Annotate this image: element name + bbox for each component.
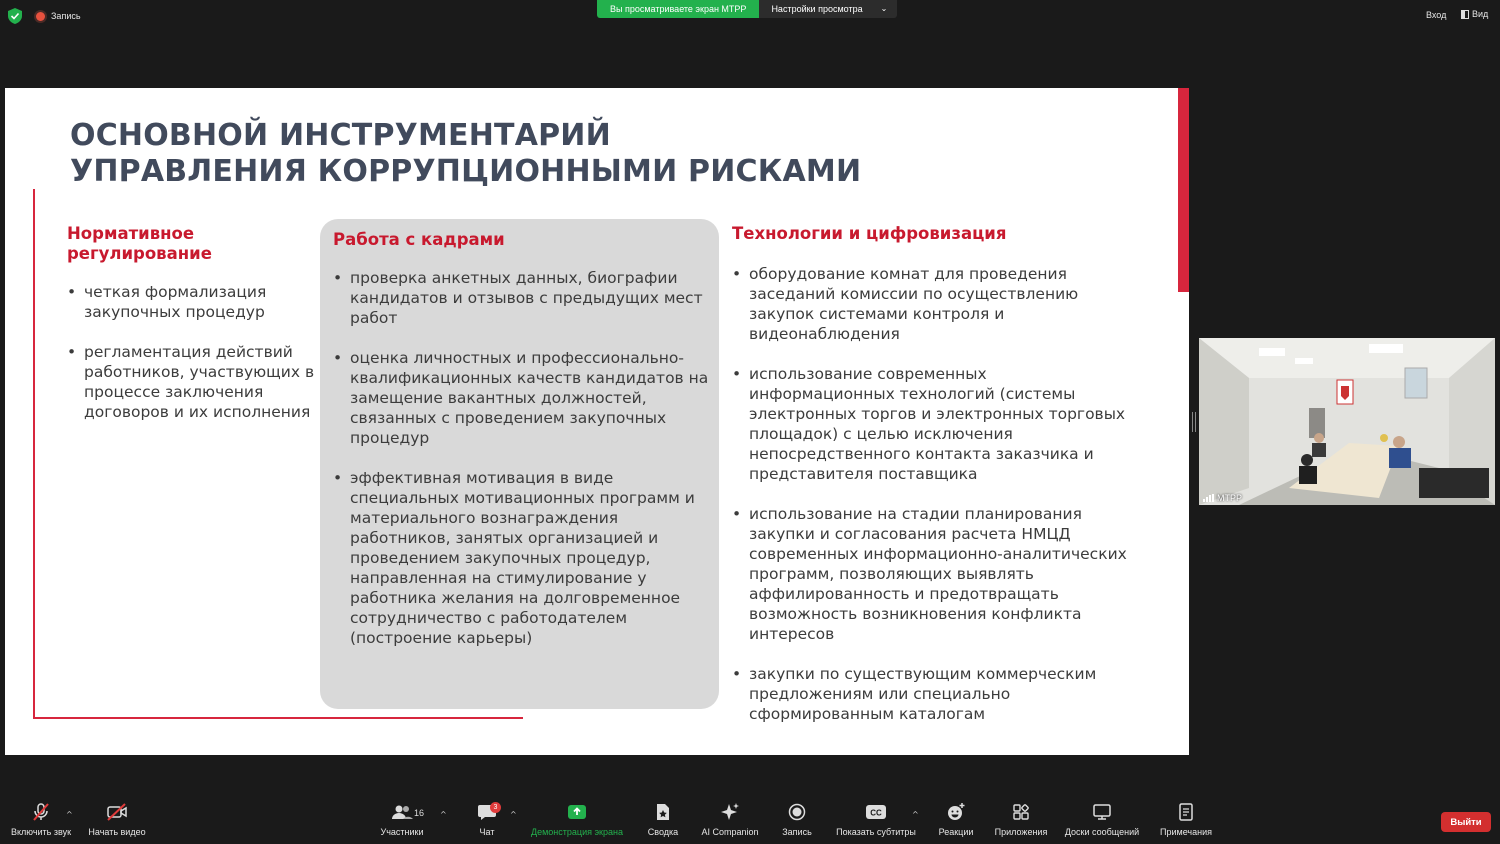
list-item: оборудование комнат для проведения засед… — [732, 264, 1132, 344]
heading-line: регулирование — [67, 244, 212, 263]
start-video-label: Начать видео — [88, 827, 146, 837]
login-button[interactable]: Вход — [1426, 10, 1446, 20]
list-item: эффективная мотивация в виде специальных… — [333, 468, 715, 648]
column-regulation-heading: Нормативное регулирование — [67, 224, 317, 264]
column-technology-heading: Технологии и цифровизация — [732, 224, 1007, 243]
meeting-top-bar: Запись Вы просматриваете экран МТРР Наст… — [0, 0, 1500, 32]
column-technology: Технологии и цифровизация оборудование к… — [732, 224, 1132, 744]
column-regulation: Нормативное регулирование четкая формали… — [67, 224, 317, 442]
regulation-list: четкая формализация закупочных процедур … — [67, 282, 317, 422]
record-button[interactable]: Запись — [780, 798, 814, 844]
participants-icon — [392, 805, 413, 819]
participants-options-caret[interactable]: ^ — [440, 810, 447, 819]
reactions-button[interactable]: Реакции — [936, 798, 976, 844]
view-settings-label: Настройки просмотра — [771, 4, 863, 14]
participant-video-tile[interactable]: МТРР — [1199, 338, 1495, 505]
list-item: использование современных информационных… — [732, 364, 1132, 484]
share-screen-icon — [568, 805, 586, 819]
whiteboards-label: Доски сообщений — [1064, 827, 1140, 837]
chat-unread-badge: 3 — [490, 802, 501, 813]
ai-sparkle-icon — [721, 803, 739, 820]
participants-count: 16 — [414, 808, 425, 818]
summary-label: Сводка — [647, 827, 679, 837]
chevron-down-icon: ⌄ — [880, 4, 888, 13]
notes-button[interactable]: Примечания — [1157, 798, 1215, 844]
chat-button[interactable]: 3 Чат — [474, 798, 501, 844]
chat-options-caret[interactable]: ^ — [510, 810, 517, 819]
slide-title: ОСНОВНОЙ ИНСТРУМЕНТАРИЙ УПРАВЛЕНИЯ КОРРУ… — [70, 118, 890, 190]
sharing-notice: Вы просматриваете экран МТРР — [597, 0, 760, 18]
share-screen-label: Демонстрация экрана — [531, 827, 623, 837]
slide-accent-bar — [1178, 88, 1189, 292]
view-label: Вид — [1472, 9, 1489, 19]
participants-button[interactable]: 16 Участники — [378, 798, 426, 844]
personnel-list: проверка анкетных данных, биографии канд… — [333, 268, 715, 648]
list-item: использование на стадии планирования зак… — [732, 504, 1132, 644]
reactions-smiley-icon — [948, 803, 965, 820]
record-icon — [788, 803, 806, 821]
view-settings-button[interactable]: Настройки просмотра ⌄ — [759, 0, 898, 18]
captions-options-caret[interactable]: ^ — [912, 810, 919, 819]
view-button[interactable]: Вид — [1461, 9, 1488, 19]
view-layout-icon — [1461, 9, 1469, 19]
whiteboards-button[interactable]: Доски сообщений — [1062, 798, 1142, 844]
screen-share-banner: Вы просматриваете экран МТРР Настройки п… — [597, 0, 898, 18]
meeting-toolbar: Включить звук ^ Начать видео 16 Участник… — [0, 798, 1500, 844]
whiteboard-icon — [1093, 804, 1111, 820]
conference-room-video-image — [1199, 338, 1495, 505]
notes-icon — [1179, 803, 1193, 821]
video-camera-off-icon — [107, 803, 127, 821]
apps-label: Приложения — [994, 827, 1048, 837]
start-video-button[interactable]: Начать видео — [86, 798, 148, 844]
list-item: регламентация действий работников, участ… — [67, 342, 317, 422]
apps-button[interactable]: Приложения — [992, 798, 1050, 844]
recording-label: Запись — [51, 11, 81, 21]
slide-accent-line-horizontal — [33, 717, 523, 719]
shield-icon[interactable] — [8, 8, 22, 24]
microphone-muted-icon — [33, 803, 49, 821]
list-item: оценка личностных и профессионально-квал… — [333, 348, 715, 448]
record-dot-icon — [36, 11, 45, 21]
chat-label: Чат — [479, 827, 495, 837]
column-personnel: Работа с кадрами проверка анкетных данны… — [333, 230, 715, 668]
slide-title-line2: УПРАВЛЕНИЯ КОРРУПЦИОННЫМИ РИСКАМИ — [70, 154, 862, 189]
participants-label: Участники — [380, 827, 424, 837]
slide-accent-line-vertical — [33, 189, 35, 719]
notes-label: Примечания — [1160, 827, 1212, 837]
panel-resize-handle[interactable] — [1192, 412, 1196, 432]
audio-options-caret[interactable]: ^ — [66, 810, 73, 819]
show-captions-button[interactable]: CC Показать субтитры — [834, 798, 918, 844]
unmute-button[interactable]: Включить звук — [8, 798, 74, 844]
apps-grid-icon — [1013, 804, 1029, 820]
leave-meeting-button[interactable]: Выйти — [1441, 812, 1491, 832]
participant-name: МТРР — [1217, 493, 1243, 503]
summary-document-icon — [657, 804, 669, 820]
show-captions-label: Показать субтитры — [836, 827, 916, 837]
record-label: Запись — [782, 827, 812, 837]
heading-line: Нормативное — [67, 224, 195, 243]
technology-list: оборудование комнат для проведения засед… — [732, 264, 1132, 724]
list-item: проверка анкетных данных, биографии канд… — [333, 268, 715, 328]
closed-captions-icon: CC — [866, 805, 886, 819]
captions-icon-text: CC — [870, 809, 882, 818]
reactions-label: Реакции — [938, 827, 974, 837]
unmute-label: Включить звук — [10, 827, 72, 837]
ai-companion-button[interactable]: AI Companion — [699, 798, 761, 844]
participant-name-tag: МТРР — [1203, 493, 1242, 503]
signal-strength-icon — [1203, 494, 1214, 502]
share-screen-button[interactable]: Демонстрация экрана — [528, 798, 626, 844]
column-personnel-heading: Работа с кадрами — [333, 230, 505, 249]
slide-title-line1: ОСНОВНОЙ ИНСТРУМЕНТАРИЙ — [70, 118, 611, 153]
recording-indicator[interactable]: Запись — [36, 9, 81, 23]
list-item: четкая формализация закупочных процедур — [67, 282, 317, 322]
summary-button[interactable]: Сводка — [644, 798, 682, 844]
shared-screen-slide: ОСНОВНОЙ ИНСТРУМЕНТАРИЙ УПРАВЛЕНИЯ КОРРУ… — [5, 88, 1189, 755]
list-item: закупки по существующим коммерческим пре… — [732, 664, 1132, 724]
ai-companion-label: AI Companion — [701, 827, 759, 837]
